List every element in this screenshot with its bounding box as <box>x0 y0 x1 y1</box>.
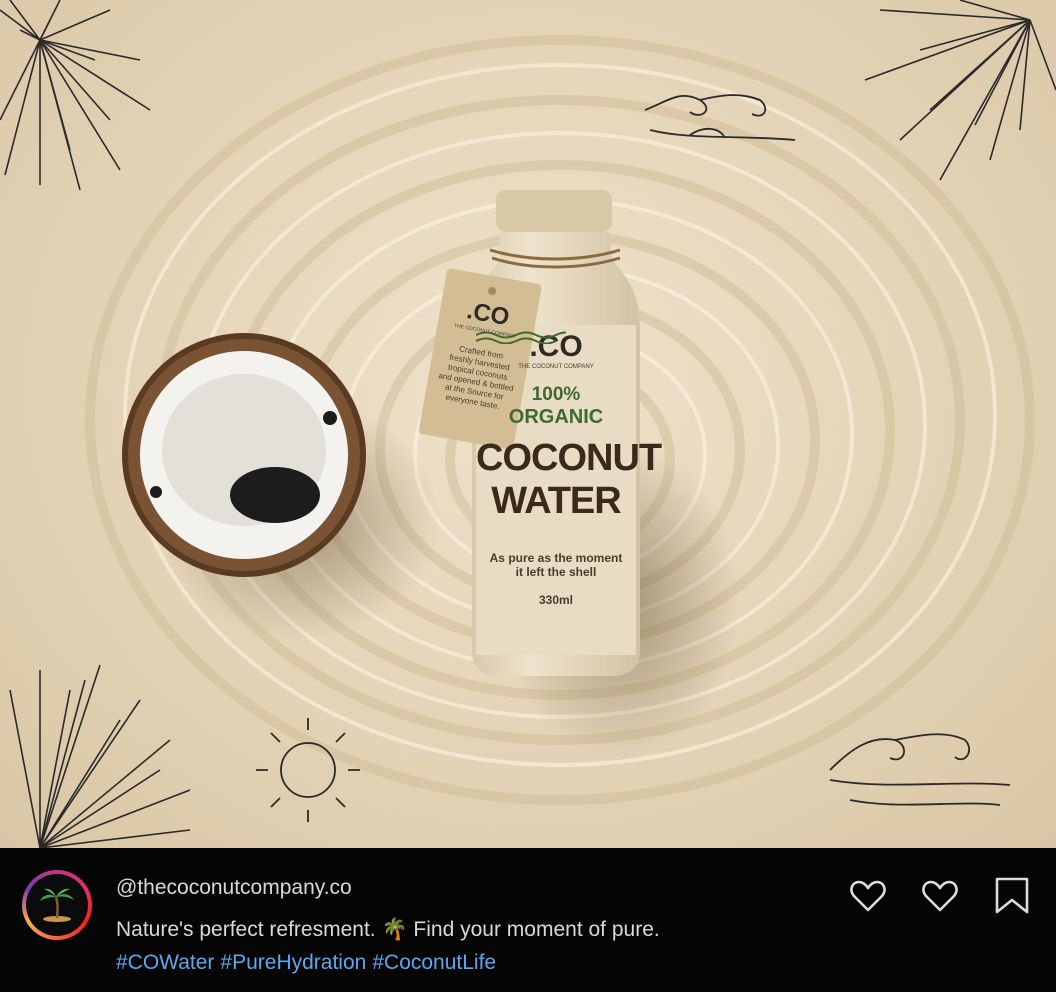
post-username[interactable]: @thecoconutcompany.co <box>116 876 352 900</box>
bookmark-outline-icon <box>995 877 1029 914</box>
heart-outline-icon <box>922 880 958 912</box>
wave-doodle-top-icon <box>644 94 796 141</box>
bottle-name-line1: COCONUT <box>476 437 662 479</box>
post-image: .CO THE COCONUT COMPANY 100% ORGANIC COC… <box>0 0 1056 848</box>
like-button[interactable] <box>848 876 888 916</box>
coconut-half-icon <box>122 333 366 577</box>
hashtag-link[interactable]: #PureHydration <box>220 951 366 974</box>
palm-leaf-bottom-left-icon <box>9 664 191 848</box>
bottle-wave-divider <box>476 331 636 541</box>
bottle-tagline-line2: it left the shell <box>515 565 597 579</box>
avatar[interactable] <box>22 870 92 940</box>
bottle-tagline-line1: As pure as the moment <box>489 551 623 565</box>
like-secondary-button[interactable] <box>920 876 960 916</box>
heart-outline-icon <box>850 880 886 912</box>
post-hashtags: #COWater #PureHydration #CoconutLife <box>116 951 502 975</box>
hang-tag-text: .CO THE COCONUT COMPANY Crafted from fre… <box>425 293 536 416</box>
hashtag-link[interactable]: #COWater <box>116 951 214 974</box>
wave-doodle-bottom-icon <box>829 733 1011 806</box>
palm-tree-island-icon <box>40 888 74 922</box>
bottle-volume: 330ml <box>538 593 574 607</box>
post-caption: Nature's perfect refresment. 🌴 Find your… <box>116 918 660 941</box>
bottle-name-line2: WATER <box>491 480 621 522</box>
hashtag-link[interactable]: #CoconutLife <box>372 951 496 974</box>
palm-leaf-top-left-icon <box>0 0 151 191</box>
save-button[interactable] <box>992 876 1032 916</box>
sun-doodle-icon <box>256 718 360 822</box>
